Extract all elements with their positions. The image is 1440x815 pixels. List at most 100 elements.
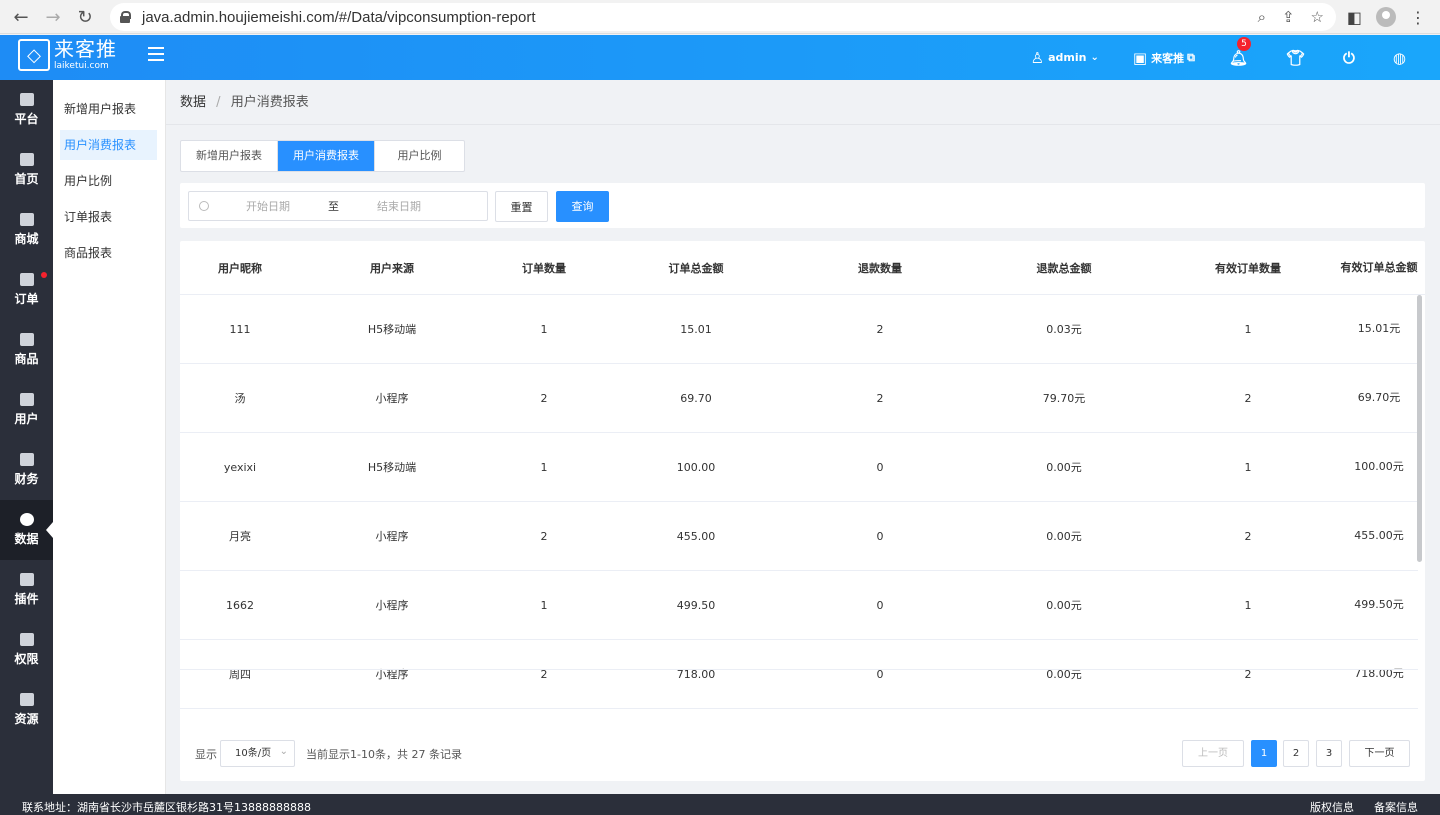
back-arrow-icon[interactable]: ← [6,2,36,32]
cell-nickname: yexixi [223,460,257,474]
cell-nickname: 汤 [234,392,246,405]
page-1-button[interactable]: 1 [1251,740,1277,767]
cell-refund-count: 2 [876,322,884,336]
table-row: 周四 小程序 2 718.00 0 0.00元 2 718.00元 [180,640,1418,709]
sidebar-item-mall[interactable]: 商城 [0,200,53,260]
goods-icon [19,333,34,346]
date-range-picker[interactable]: 开始日期 至 结束日期 [188,191,488,221]
top-header: ◇ 来客推 laiketui.com ♙ admin ⌄ ▣ 来客推 ⧉ 🔔︎ … [0,35,1440,80]
sidebar-item-data[interactable]: 数据 [0,500,53,560]
reload-icon[interactable]: ↻ [70,2,100,32]
breadcrumb-separator: / [216,95,221,110]
column-header-order-total: 订单总金额 [668,261,724,275]
forward-arrow-icon[interactable]: → [38,2,68,32]
sidebar-item-orders[interactable]: 订单 [0,260,53,320]
table-scrollbar[interactable] [1417,295,1422,562]
reset-button[interactable]: 重置 [495,191,548,222]
next-page-button[interactable]: 下一页 [1349,740,1410,767]
cell-refund-total: 79.70元 [1042,392,1086,405]
submenu-user-consumption-report[interactable]: 用户消费报表 [60,130,157,160]
start-date-input[interactable]: 开始日期 [246,198,308,214]
logo-mark-icon: ◇ [18,39,50,71]
submenu-new-user-report[interactable]: 新增用户报表 [60,94,157,124]
zoom-icon[interactable]: ⌕ [1258,9,1266,26]
notification-button[interactable]: 🔔︎ 5 [1228,36,1252,67]
sidebar-item-goods[interactable]: 商品 [0,320,53,380]
store-link[interactable]: ▣ 来客推 ⧉ [1133,49,1195,67]
language-button[interactable]: ◍ [1393,49,1410,67]
breadcrumb-root[interactable]: 数据 [180,95,206,110]
sidebar-item-home[interactable]: 首页 [0,140,53,200]
cell-valid-order-count: 1 [1244,598,1252,612]
record-count-info: 当前显示1-10条，共 27 条记录 [306,748,462,761]
order-icon [19,273,34,286]
globe-icon: ◍ [1392,48,1406,67]
cell-order-total: 15.01 [680,322,712,336]
pie-chart-icon [19,513,34,526]
logo-title: 来客推 [54,37,117,61]
cell-refund-count: 0 [876,460,884,474]
cell-valid-order-count: 2 [1244,529,1252,543]
clock-icon [199,201,209,211]
cell-refund-count: 0 [876,598,884,612]
address-bar[interactable]: java.admin.houjiemeishi.com/#/Data/vipco… [110,3,1336,31]
lock-icon [120,11,131,23]
cell-valid-order-total: 69.70元 [1357,391,1401,404]
end-date-input[interactable]: 结束日期 [377,198,421,214]
cell-order-count: 1 [540,460,548,474]
page-size-label: 显示 [195,748,217,761]
user-icon [19,393,34,406]
page-2-button[interactable]: 2 [1283,740,1309,767]
theme-button[interactable]: 👕︎ [1286,49,1309,67]
cell-refund-count: 2 [876,391,884,405]
sidebar-item-users[interactable]: 用户 [0,380,53,440]
sidebar-item-finance[interactable]: 财务 [0,440,53,500]
prev-page-button[interactable]: 上一页 [1182,740,1244,767]
user-menu[interactable]: ♙ admin ⌄ [1031,49,1099,67]
browser-toolbar: ← → ↻ java.admin.houjiemeishi.com/#/Data… [0,0,1440,34]
tab-user-ratio[interactable]: 用户比例 [375,141,464,171]
submenu-goods-report[interactable]: 商品报表 [60,238,157,268]
sidebar-item-plugins[interactable]: 插件 [0,560,53,620]
image-icon [19,693,34,706]
share-icon[interactable]: ⇪ [1282,8,1295,26]
profile-icon[interactable] [1376,7,1396,27]
cell-valid-order-count: 1 [1244,460,1252,474]
pagination: 显示 10条/页 当前显示1-10条，共 27 条记录 上一页 1 2 3 下一… [180,725,1425,781]
page-size-select[interactable]: 10条/页 [220,739,295,767]
cell-order-count: 2 [540,529,548,543]
cell-source: H5移动端 [367,461,417,474]
cell-order-total: 100.00 [676,460,716,474]
breadcrumb: 数据 / 用户消费报表 [166,80,1440,125]
sidebar-item-permissions[interactable]: 权限 [0,620,53,680]
cell-refund-total: 0.03元 [1046,323,1082,336]
cell-order-count: 1 [540,322,548,336]
logout-button[interactable]: ⏻ [1343,49,1359,67]
platform-icon [19,93,34,106]
icp-link[interactable]: 备案信息 [1374,794,1418,815]
tab-user-consumption-report[interactable]: 用户消费报表 [278,141,375,171]
more-menu-icon[interactable]: ⋮ [1410,8,1426,27]
column-header-order-count: 订单数量 [522,261,566,275]
column-header-nickname: 用户昵称 [218,261,262,275]
star-icon[interactable]: ☆ [1311,8,1324,26]
cell-valid-order-total: 499.50元 [1354,598,1404,611]
page-3-button[interactable]: 3 [1316,740,1342,767]
submenu-order-report[interactable]: 订单报表 [60,202,157,232]
sidebar-item-resources[interactable]: 资源 [0,680,53,740]
puzzle-icon [19,573,34,586]
tab-new-user-report[interactable]: 新增用户报表 [181,141,278,171]
date-range-separator: 至 [328,200,339,213]
submenu-user-ratio[interactable]: 用户比例 [60,166,157,196]
sidebar-item-platform[interactable]: 平台 [0,80,53,140]
filter-bar: 开始日期 至 结束日期 重置 查询 [180,183,1425,228]
notification-badge: 5 [1236,36,1251,51]
sidebar-toggle-icon[interactable]: ◧ [1347,8,1362,27]
shield-icon [19,633,34,646]
menu-toggle-icon[interactable] [148,47,164,61]
bell-icon: 🔔︎ [1228,48,1248,67]
query-button[interactable]: 查询 [556,191,609,222]
logo[interactable]: ◇ 来客推 laiketui.com [18,39,117,71]
table-body: 111 H5移动端 1 15.01 2 0.03元 1 15.01元 汤 小程序… [180,295,1425,710]
copyright-link[interactable]: 版权信息 [1310,794,1354,815]
